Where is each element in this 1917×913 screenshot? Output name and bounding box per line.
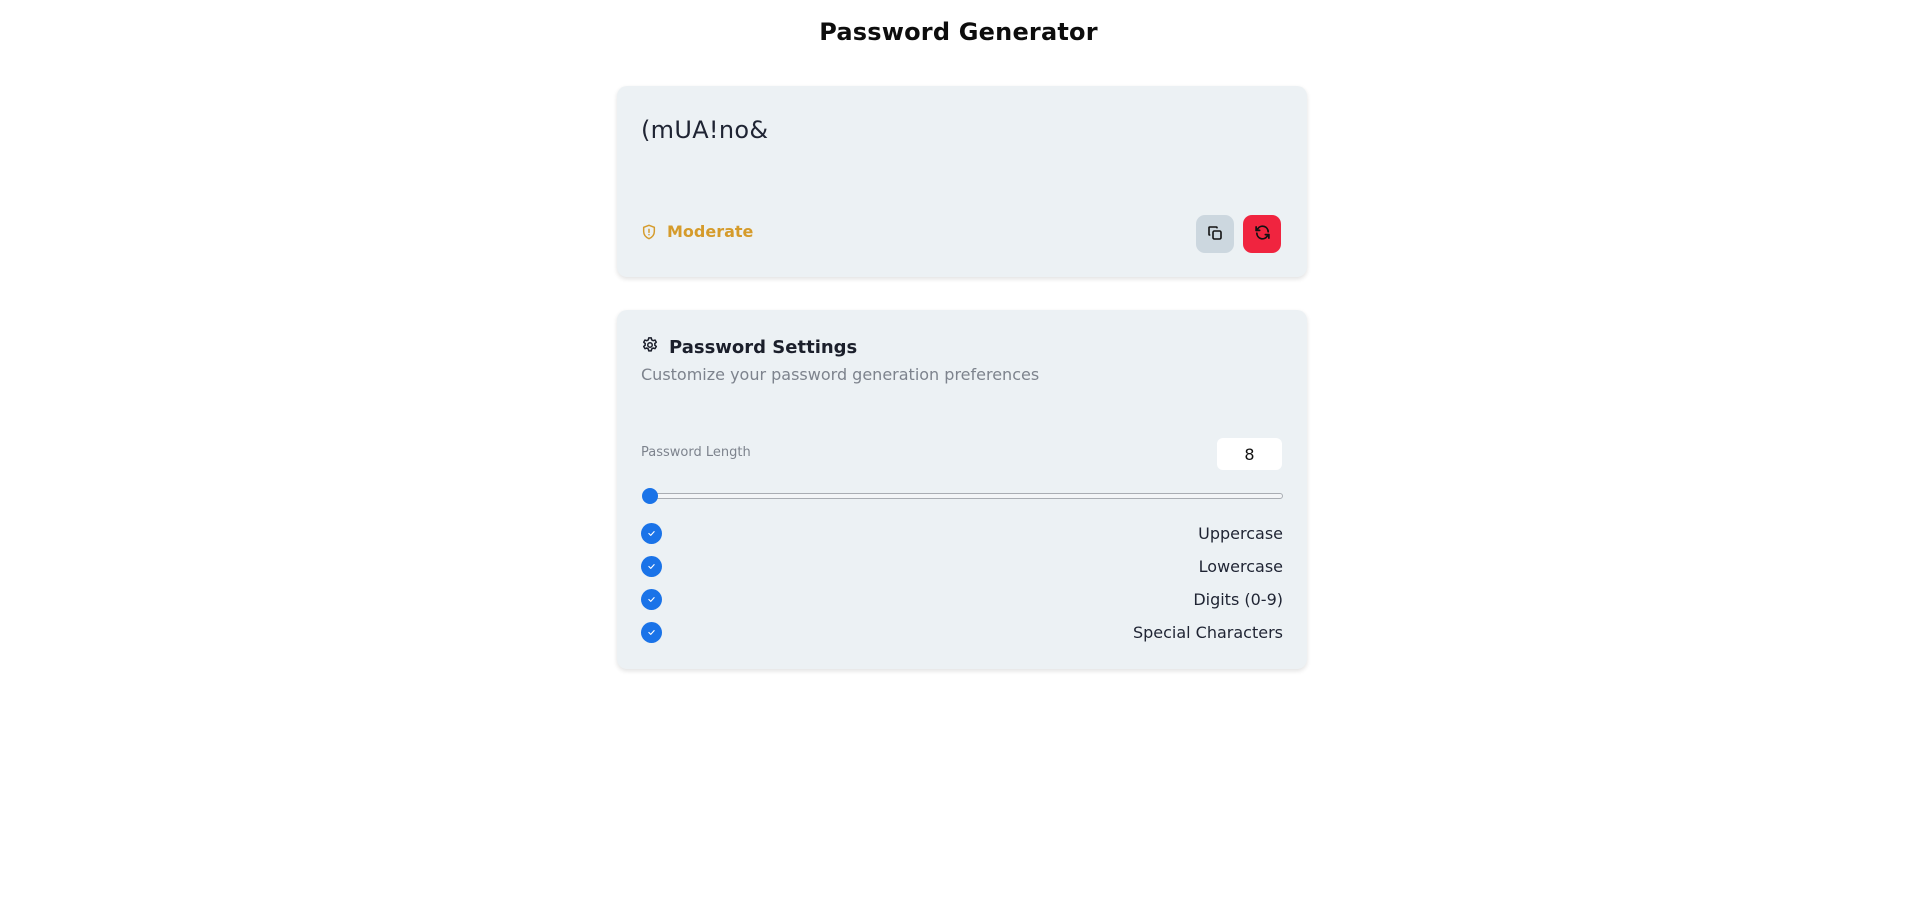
password-length-input[interactable]: [1217, 438, 1282, 470]
option-label: Digits (0-9): [1193, 589, 1283, 609]
option-label: Lowercase: [1198, 556, 1283, 576]
checkbox-special-characters[interactable]: [641, 621, 662, 643]
option-special-characters[interactable]: Special Characters: [641, 621, 1283, 643]
shield-alert-icon: [641, 223, 657, 241]
option-uppercase[interactable]: Uppercase: [641, 522, 1283, 544]
copy-icon: [1207, 225, 1223, 244]
option-lowercase[interactable]: Lowercase: [641, 555, 1283, 577]
settings-subtitle: Customize your password generation prefe…: [641, 365, 1040, 384]
checkbox-digits[interactable]: [641, 588, 662, 610]
option-digits[interactable]: Digits (0-9): [641, 588, 1283, 610]
strength-indicator: Moderate: [641, 222, 753, 241]
settings-title: Password Settings: [669, 336, 858, 358]
copy-button[interactable]: [1196, 215, 1234, 253]
password-length-label: Password Length: [641, 445, 751, 460]
checkbox-lowercase[interactable]: [641, 555, 662, 577]
generated-password[interactable]: (mUA!no&: [641, 116, 768, 144]
check-icon: [648, 629, 655, 635]
settings-header: Password Settings: [641, 336, 857, 358]
refresh-icon: [1254, 224, 1271, 244]
page-title: Password Generator: [819, 18, 1098, 46]
check-icon: [648, 530, 655, 536]
password-output-card: (mUA!no& Moderate: [617, 86, 1307, 277]
check-icon: [648, 596, 655, 602]
checkbox-uppercase[interactable]: [641, 522, 662, 544]
regenerate-button[interactable]: [1243, 215, 1281, 253]
strength-label: Moderate: [667, 222, 754, 241]
password-settings-card: Password Settings Customize your passwor…: [617, 310, 1307, 669]
password-length-slider[interactable]: [643, 493, 1283, 499]
option-label: Special Characters: [1132, 622, 1283, 642]
gear-icon: [641, 336, 659, 358]
check-icon: [648, 563, 655, 569]
option-label: Uppercase: [1198, 523, 1283, 543]
page: Password Generator (mUA!no& Moderate Pas…: [0, 0, 1917, 913]
slider-thumb[interactable]: [642, 488, 658, 504]
